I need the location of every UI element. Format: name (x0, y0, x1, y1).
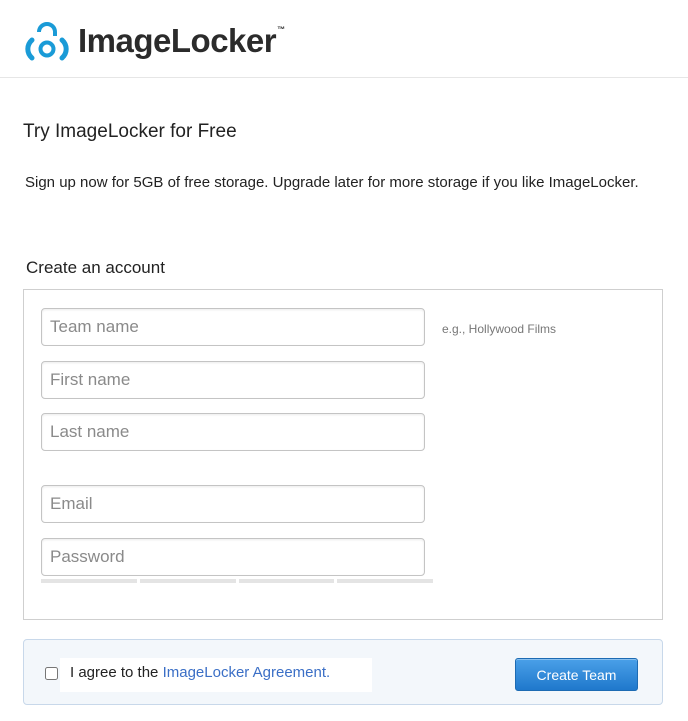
strength-segment (139, 579, 236, 583)
create-team-button[interactable]: Create Team (515, 658, 638, 691)
intro-text: Sign up now for 5GB of free storage. Upg… (25, 174, 639, 191)
email-input[interactable] (41, 485, 425, 523)
logo[interactable]: ImageLocker ™ (22, 18, 285, 64)
section-title: Create an account (26, 258, 165, 277)
agreement-link[interactable]: ImageLocker Agreement. (163, 664, 331, 681)
trademark-mark: ™ (277, 24, 286, 34)
team-name-hint: e.g., Hollywood Films (442, 322, 557, 336)
header: ImageLocker ™ (0, 0, 688, 78)
team-name-input[interactable] (41, 308, 425, 346)
last-name-input[interactable] (41, 413, 425, 451)
account-form: e.g., Hollywood Films (23, 289, 663, 620)
password-input[interactable] (41, 538, 425, 576)
first-name-input[interactable] (41, 361, 425, 399)
password-strength-meter (41, 579, 433, 583)
strength-segment (41, 579, 137, 583)
agree-checkbox[interactable] (45, 667, 58, 680)
padlock-logo-icon (25, 22, 69, 61)
strength-segment (238, 579, 335, 583)
strength-segment (337, 579, 433, 583)
agree-prefix: I agree to the (70, 664, 163, 681)
agree-label: I agree to the ImageLocker Agreement. (70, 664, 330, 681)
page-title: Try ImageLocker for Free (23, 121, 237, 142)
brand-name: ImageLocker (78, 22, 277, 59)
submit-bar: I agree to the ImageLocker Agreement. Cr… (23, 639, 663, 705)
